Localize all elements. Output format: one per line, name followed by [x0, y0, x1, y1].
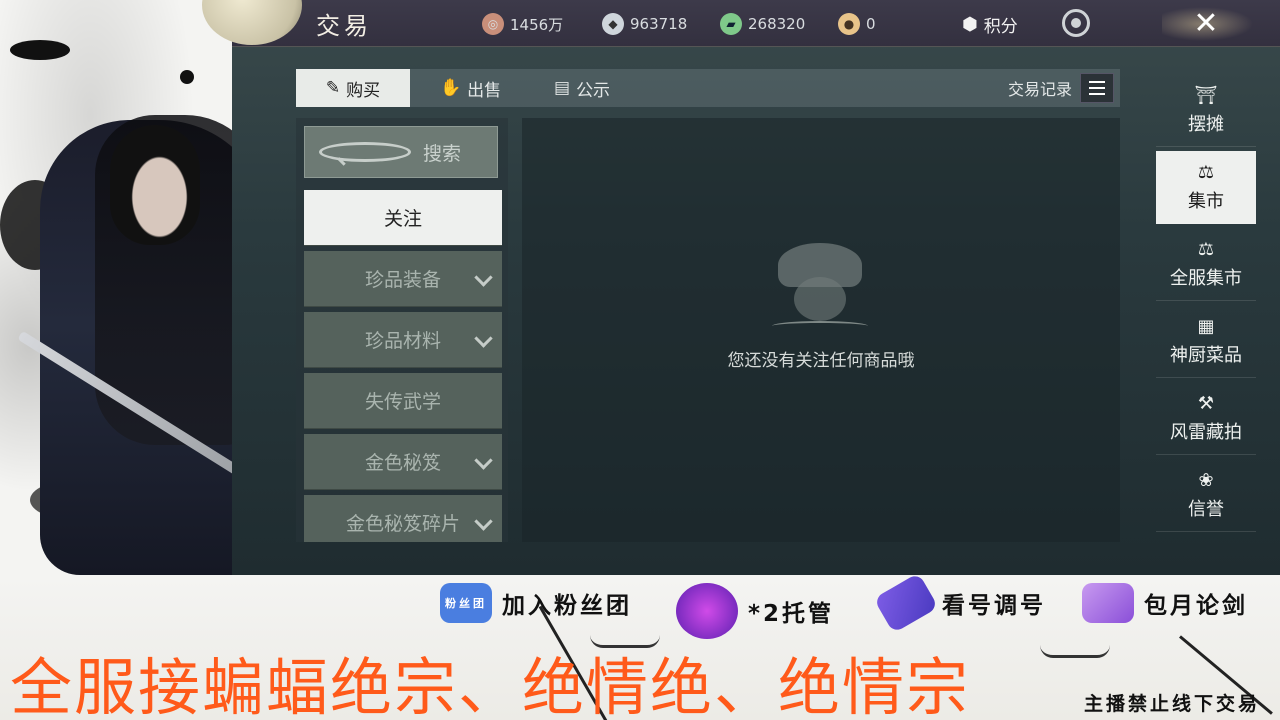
side-item-label: 摆摊 — [1188, 114, 1224, 135]
rocket-icon — [873, 575, 939, 634]
list-icon — [1080, 73, 1114, 103]
side-item-stall[interactable]: ⛩ 摆摊 — [1156, 74, 1256, 147]
stall-icon: ⛩ — [1194, 84, 1218, 106]
side-item-label: 信誉 — [1188, 499, 1224, 520]
tab-label: 公示 — [576, 80, 611, 101]
search-button[interactable]: 搜索 — [304, 126, 498, 178]
category-label: 珍品装备 — [364, 269, 441, 291]
item-list-area: 您还没有关注任何商品哦 — [522, 118, 1120, 542]
side-item-label: 神厨菜品 — [1170, 345, 1242, 366]
side-item-global-market[interactable]: ⚖ 全服集市 — [1156, 228, 1256, 301]
buy-icon: ✎ — [325, 78, 341, 98]
promo-fan-club: 粉丝团 加入粉丝团 — [440, 583, 632, 623]
top-bar: 交易 ◎ 1456万 ◆ 963718 ▰ 268320 ● 0 ⬢ 积分 ✕ — [202, 0, 1280, 47]
chevron-down-icon — [474, 512, 493, 531]
promo-label: 看号调号 — [942, 593, 1046, 619]
character-head — [110, 125, 200, 245]
side-nav: ⛩ 摆摊 ⚖ 集市 ⚖ 全服集市 ▦ 神厨菜品 ⚒ 风雷藏拍 ❀ 信誉 — [1156, 50, 1256, 545]
category-rare-equipment[interactable]: 珍品装备 — [304, 251, 502, 307]
promo-notice: 主播禁止线下交易 — [1083, 693, 1260, 715]
boat-decoration — [1040, 645, 1110, 658]
category-rare-materials[interactable]: 珍品材料 — [304, 312, 502, 368]
points-icon: ⬢ — [962, 14, 978, 35]
close-button[interactable]: ✕ — [1180, 0, 1232, 46]
currency-value: 963718 — [630, 15, 688, 33]
points-button[interactable]: ⬢ 积分 — [962, 12, 1018, 37]
page-title: 交易 — [316, 12, 372, 40]
trade-record-label: 交易记录 — [1007, 80, 1072, 99]
empty-mascot-icon — [772, 243, 868, 333]
side-item-auction[interactable]: ⚒ 风雷藏拍 — [1156, 382, 1256, 455]
stream-overlay-banner: 粉丝团 加入粉丝团 *2托管 看号调号 包月论剑 全服接蝙蝠绝宗、绝情绝、绝情宗… — [0, 575, 1280, 720]
empty-message: 您还没有关注任何商品哦 — [727, 351, 915, 371]
tab-notice[interactable]: ▤ 公示 — [540, 69, 624, 107]
side-item-label: 全服集市 — [1170, 268, 1242, 289]
promo-label: *2托管 — [748, 601, 835, 627]
side-item-market[interactable]: ⚖ 集市 — [1156, 151, 1256, 224]
tab-buy[interactable]: ✎ 购买 — [296, 69, 410, 107]
side-item-label: 集市 — [1188, 191, 1224, 212]
points-label: 积分 — [983, 17, 1018, 37]
scale-icon: ⚖ — [1197, 161, 1215, 183]
category-label: 金色秘笈碎片 — [345, 513, 460, 535]
promo-account-tuning: 看号调号 — [873, 575, 1046, 634]
currency-silver: ◆ 963718 — [602, 13, 687, 35]
category-list: 搜索 关注 珍品装备 珍品材料 失传武学 金色秘笈 金色秘笈碎片 — [296, 118, 508, 542]
category-gold-manual-fragments[interactable]: 金色秘笈碎片 — [304, 495, 502, 542]
ink-splash — [180, 70, 194, 84]
side-item-chef-dishes[interactable]: ▦ 神厨菜品 — [1156, 305, 1256, 378]
tab-label: 出售 — [467, 80, 502, 101]
promo-label: 加入粉丝团 — [502, 593, 632, 619]
ink-splash — [10, 40, 70, 60]
wings-icon — [1082, 583, 1134, 623]
gold-pouch-icon: ● — [838, 13, 860, 35]
global-scale-icon: ⚖ — [1197, 238, 1215, 260]
notice-icon: ▤ — [554, 78, 571, 98]
promo-label: 包月论剑 — [1144, 593, 1248, 619]
jade-ticket-icon: ▰ — [720, 13, 742, 35]
fan-club-badge-icon: 粉丝团 — [440, 583, 492, 623]
promo-monthly-duel: 包月论剑 — [1082, 583, 1248, 623]
dish-icon: ▦ — [1197, 315, 1215, 337]
currency-copper: ◎ 1456万 — [482, 13, 563, 35]
category-label: 金色秘笈 — [364, 452, 441, 474]
currency-value: 1456万 — [510, 15, 564, 34]
gavel-icon: ⚒ — [1197, 392, 1215, 414]
settings-icon[interactable] — [1062, 9, 1090, 37]
side-item-credit[interactable]: ❀ 信誉 — [1156, 459, 1256, 532]
silver-ingot-icon: ◆ — [602, 13, 624, 35]
side-item-label: 风雷藏拍 — [1170, 422, 1242, 443]
currency-value: 0 — [866, 15, 876, 33]
promo-hosting: *2托管 — [676, 583, 834, 639]
tab-sell[interactable]: ✋ 出售 — [426, 69, 515, 107]
category-label: 珍品材料 — [364, 330, 441, 352]
category-label: 失传武学 — [364, 391, 441, 413]
tab-bar: ✎ 购买 ✋ 出售 ▤ 公示 交易记录 — [296, 69, 1120, 107]
heart-orb-icon — [676, 583, 738, 639]
search-icon — [319, 142, 411, 162]
trade-panel: 交易 ◎ 1456万 ◆ 963718 ▰ 268320 ● 0 ⬢ 积分 ✕ … — [202, 0, 1280, 575]
chevron-down-icon — [474, 268, 493, 287]
credit-icon: ❀ — [1198, 469, 1214, 491]
sell-icon: ✋ — [440, 78, 462, 98]
chevron-down-icon — [474, 451, 493, 470]
search-label: 搜索 — [422, 142, 461, 165]
currency-gold: ● 0 — [838, 13, 876, 35]
currency-value: 268320 — [748, 15, 806, 33]
chevron-down-icon — [474, 329, 493, 348]
tab-label: 购买 — [346, 80, 381, 101]
category-follow[interactable]: 关注 — [304, 190, 502, 246]
category-label: 关注 — [383, 208, 422, 230]
copper-coin-icon: ◎ — [482, 13, 504, 35]
category-lost-martial-arts[interactable]: 失传武学 — [304, 373, 502, 429]
promo-headline: 全服接蝙蝠绝宗、绝情绝、绝情宗 — [10, 651, 971, 720]
currency-jade: ▰ 268320 — [720, 13, 805, 35]
trade-record-button[interactable]: 交易记录 — [1008, 73, 1114, 103]
category-gold-manual[interactable]: 金色秘笈 — [304, 434, 502, 490]
